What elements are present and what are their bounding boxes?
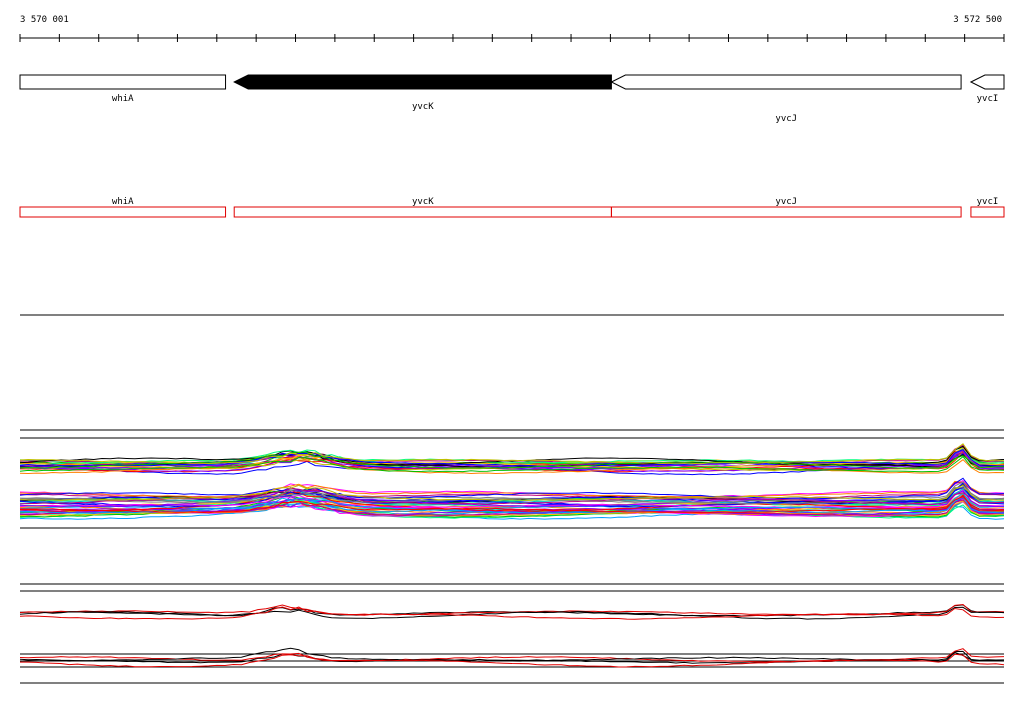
genome-browser-view: 3 570 001 3 572 500 whiA yvcK yvcJ yvcI whi… <box>19 15 1005 684</box>
gene-whiA-feature[interactable] <box>19 74 227 90</box>
ruler-start-label: 3 570 001 <box>20 15 69 25</box>
transcript-track: whiA yvcK yvcJ yvcI <box>19 197 1005 218</box>
ruler-end-label: 3 572 500 <box>953 15 1002 25</box>
transcript-yvcI[interactable] <box>970 206 1005 218</box>
transcript-label: yvcI <box>977 197 999 207</box>
transcript-label: whiA <box>112 197 134 207</box>
transcript-label: yvcJ <box>775 197 797 207</box>
gene-label: whiA <box>112 94 134 104</box>
gene-label: yvcJ <box>775 114 797 124</box>
gene-yvcK-feature[interactable] <box>233 74 612 90</box>
expression-track-1 <box>19 429 1005 529</box>
gene-yvcI-feature[interactable] <box>969 74 1005 90</box>
transcript-whiA[interactable] <box>19 206 227 218</box>
gene-yvcJ-feature[interactable] <box>610 74 962 90</box>
gene-track: whiA yvcK yvcJ yvcI <box>19 74 1005 124</box>
expression-track-2 <box>19 583 1005 684</box>
transcript-yvcK[interactable] <box>233 206 612 218</box>
coordinate-ruler: 3 570 001 3 572 500 <box>19 15 1005 42</box>
gene-label: yvcI <box>977 94 999 104</box>
transcript-yvcJ[interactable] <box>610 206 962 218</box>
transcript-label: yvcK <box>412 197 434 207</box>
gene-label: yvcK <box>412 102 434 112</box>
expression-series-line <box>19 647 1005 662</box>
